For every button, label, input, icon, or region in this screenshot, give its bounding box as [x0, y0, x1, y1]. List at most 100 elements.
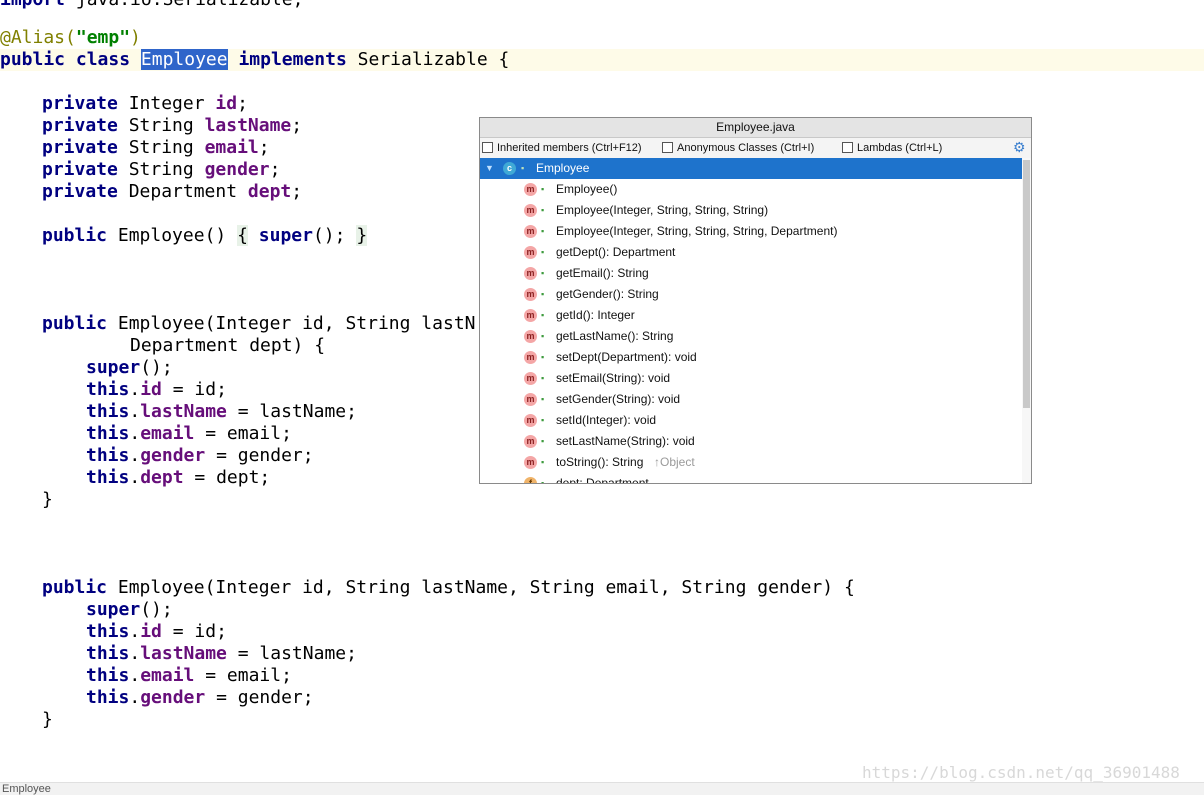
method-icon: m: [524, 435, 537, 448]
method-icon: m: [524, 225, 537, 238]
class-icon: c: [503, 162, 516, 175]
member-label: Employee(Integer, String, String, String…: [556, 224, 838, 238]
option-label: Lambdas (Ctrl+L): [857, 142, 943, 154]
checkbox-icon[interactable]: [482, 142, 493, 153]
member-label: getEmail(): String: [556, 266, 649, 280]
member-label: Employee(Integer, String, String, String…: [556, 203, 769, 217]
tree-row-method[interactable]: m ▪ getDept(): Department: [480, 242, 1022, 263]
code-line: this.email = email;: [86, 423, 292, 444]
gear-icon[interactable]: ⚙: [1013, 140, 1027, 154]
member-label: setGender(String): void: [556, 392, 681, 406]
code-line-annotation: @Alias("emp"): [0, 27, 141, 48]
code-line-close: }: [42, 709, 53, 730]
option-inherited-members[interactable]: Inherited members (Ctrl+F12): [482, 141, 642, 155]
method-icon: m: [524, 267, 537, 280]
visibility-public-icon: ▪: [541, 268, 545, 278]
option-anonymous-classes[interactable]: Anonymous Classes (Ctrl+I): [662, 141, 814, 155]
status-bar: Employee: [0, 782, 1204, 795]
tree-row-class[interactable]: ▼ c ▪ Employee: [480, 158, 1022, 179]
method-icon: m: [524, 183, 537, 196]
member-label: toString(): String: [556, 455, 644, 469]
member-label: setDept(Department): void: [556, 350, 697, 364]
tree-row-method[interactable]: m ▪ getEmail(): String: [480, 263, 1022, 284]
popup-options-bar: Inherited members (Ctrl+F12) Anonymous C…: [480, 138, 1031, 159]
watermark: https://blog.csdn.net/qq_36901488: [862, 763, 1180, 782]
code-line: this.email = email;: [86, 665, 292, 686]
code-line: super();: [86, 357, 173, 378]
member-label: getLastName(): String: [556, 329, 674, 343]
code-line: this.lastName = lastName;: [86, 401, 357, 422]
visibility-public-icon: ▪: [541, 331, 545, 341]
method-icon: m: [524, 414, 537, 427]
member-label: setLastName(String): void: [556, 434, 695, 448]
visibility-public-icon: ▪: [541, 394, 545, 404]
code-line: this.gender = gender;: [86, 445, 314, 466]
member-label: Employee(): [556, 182, 618, 196]
scrollbar-thumb[interactable]: [1023, 160, 1030, 408]
visibility-icon: ▪: [521, 163, 525, 173]
tree-row-method[interactable]: m ▪ Employee(Integer, String, String, Stri…: [480, 200, 1022, 221]
method-icon: m: [524, 246, 537, 259]
code-line: this.lastName = lastName;: [86, 643, 357, 664]
code-line-ctor3: public Employee(Integer id, String lastN…: [42, 577, 855, 598]
member-label: getDept(): Department: [556, 245, 676, 259]
member-label: setEmail(String): void: [556, 371, 671, 385]
tree-row-method[interactable]: m ▪ setGender(String): void: [480, 389, 1022, 410]
visibility-public-icon: ▪: [541, 436, 545, 446]
method-icon: m: [524, 456, 537, 469]
code-line-field-id: private Integer id;: [42, 93, 248, 114]
method-icon: m: [524, 288, 537, 301]
code-line-field-email: private String email;: [42, 137, 270, 158]
visibility-public-icon: ▪: [541, 352, 545, 362]
method-icon: m: [524, 393, 537, 406]
code-line-ctor2-cont: Department dept) {: [130, 335, 326, 356]
tree-row-method[interactable]: m ▪ setEmail(String): void: [480, 368, 1022, 389]
tree-row-method[interactable]: m ▪ getId(): Integer: [480, 305, 1022, 326]
popup-title: Employee.java: [480, 118, 1031, 138]
tree-row-method[interactable]: m ▪ Employee(Integer, String, String, Stri…: [480, 221, 1022, 242]
member-label: getGender(): String: [556, 287, 659, 301]
method-icon: m: [524, 204, 537, 217]
method-icon: m: [524, 351, 537, 364]
field-icon: f: [524, 477, 537, 483]
chevron-down-icon[interactable]: ▼: [485, 158, 494, 179]
code-line-field-lastname: private String lastName;: [42, 115, 303, 136]
code-line-ctor2: public Employee(Integer id, String lastN: [42, 313, 476, 334]
option-lambdas[interactable]: Lambdas (Ctrl+L): [842, 141, 942, 155]
method-icon: m: [524, 309, 537, 322]
code-line: this.gender = gender;: [86, 687, 314, 708]
checkbox-icon[interactable]: [842, 142, 853, 153]
option-label: Anonymous Classes (Ctrl+I): [677, 142, 815, 154]
tree-row-method[interactable]: m ▪ setDept(Department): void: [480, 347, 1022, 368]
code-line-partial: import java.io.Serializable;: [0, 0, 303, 11]
tree-row-method[interactable]: m ▪ getGender(): String: [480, 284, 1022, 305]
visibility-public-icon: ▪: [541, 184, 545, 194]
code-line: this.id = id;: [86, 379, 227, 400]
code-line: super();: [86, 599, 173, 620]
method-icon: m: [524, 330, 537, 343]
member-label: setId(Integer): void: [556, 413, 657, 427]
visibility-public-icon: ▪: [541, 373, 545, 383]
code-line-close: }: [42, 489, 53, 510]
code-line: this.id = id;: [86, 621, 227, 642]
method-icon: m: [524, 372, 537, 385]
visibility-public-icon: ▪: [541, 457, 545, 467]
option-label: Inherited members (Ctrl+F12): [497, 142, 642, 154]
tree-row-method[interactable]: m ▪ setLastName(String): void: [480, 431, 1022, 452]
tree-row-method[interactable]: m ▪ Employee(): [480, 179, 1022, 200]
checkbox-icon[interactable]: [662, 142, 673, 153]
code-line-field-gender: private String gender;: [42, 159, 281, 180]
tree-row-method[interactable]: m ▪ getLastName(): String: [480, 326, 1022, 347]
visibility-public-icon: ▪: [541, 478, 545, 484]
member-label: getId(): Integer: [556, 308, 635, 322]
visibility-public-icon: ▪: [541, 415, 545, 425]
tree-row-method[interactable]: m ▪ toString(): String ↑Object: [480, 452, 1022, 473]
visibility-public-icon: ▪: [541, 289, 545, 299]
tree-row-field[interactable]: f ▪ dept: Department: [480, 473, 1022, 484]
member-label: dept: Department: [556, 476, 649, 484]
structure-tree[interactable]: ▼ c ▪ Employee m ▪ Employee() m ▪ Employee(In…: [480, 158, 1031, 484]
code-line-default-ctor: public Employee() { super(); }: [42, 225, 368, 246]
file-structure-popup[interactable]: Employee.java Inherited members (Ctrl+F1…: [479, 117, 1032, 484]
code-line: this.dept = dept;: [86, 467, 271, 488]
tree-row-method[interactable]: m ▪ setId(Integer): void: [480, 410, 1022, 431]
